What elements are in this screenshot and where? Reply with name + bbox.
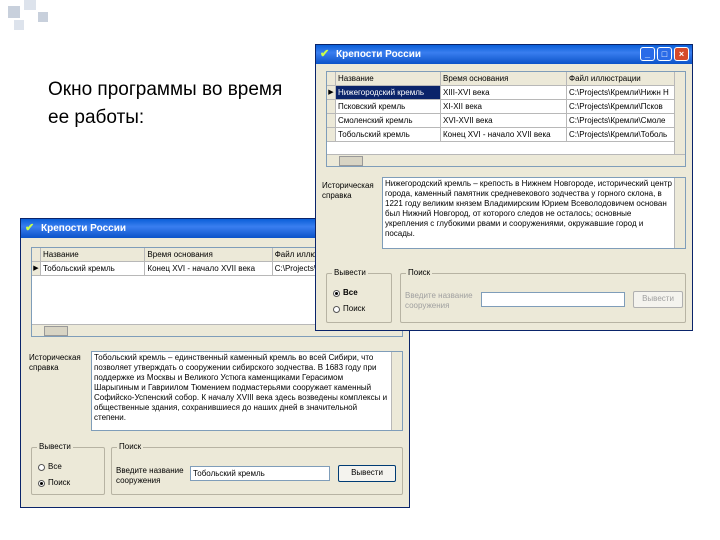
front-memo[interactable]: Нижегородский кремль – крепость в Нижнем… [382,177,686,249]
radio-checked-icon [333,289,340,297]
back-show-group: Вывести Все Поиск [31,442,105,495]
column-header[interactable]: Название [41,248,146,262]
radio-all[interactable]: Все [38,462,62,472]
radio-checked-icon [38,479,45,487]
search-label: Введите название сооружения [405,291,473,310]
front-search-group: Поиск Введите название сооружения Вывест… [400,268,686,323]
maximize-button[interactable]: □ [657,47,672,61]
table-row[interactable]: Смоленский кремль XVI-XVII века C:\Proje… [327,114,685,128]
radio-icon [38,463,45,471]
app-icon: ✔ [320,48,330,60]
decor-squares [0,0,60,40]
column-header[interactable]: Название [336,72,441,86]
grid-header: Название Время основания Файл иллюстраци… [327,72,685,86]
close-button[interactable]: × [674,47,689,61]
vertical-scrollbar[interactable] [674,72,685,155]
search-input[interactable]: Тобольский кремль [190,466,330,481]
search-input[interactable] [481,292,625,307]
radio-all[interactable]: Все [333,288,358,298]
front-window-title: Крепости России [336,49,421,60]
row-indicator-icon: ▶ [327,86,336,100]
radio-search[interactable]: Поиск [38,478,70,488]
front-title-bar[interactable]: ✔ Крепости России _ □ × [316,45,692,64]
back-search-group: Поиск Введите название сооружения Тоболь… [111,442,403,495]
radio-icon [333,305,340,313]
vertical-scrollbar[interactable] [391,352,402,430]
app-icon: ✔ [25,222,35,234]
front-window: ✔ Крепости России _ □ × Название Время о… [315,44,693,331]
front-data-grid[interactable]: Название Время основания Файл иллюстраци… [326,71,686,167]
vertical-scrollbar[interactable] [674,178,685,248]
column-header[interactable]: Файл иллюстрации [567,72,677,86]
column-header[interactable]: Время основания [441,72,567,86]
slide-caption: Окно программы во время ее работы: [48,79,283,128]
show-button[interactable]: Вывести [338,465,396,482]
search-label: Введите название сооружения [116,466,184,485]
back-memo-label: Историческая справка [29,353,81,372]
table-row[interactable]: Псковский кремль XI-XII века C:\Projects… [327,100,685,114]
back-memo[interactable]: Тобольский кремль – единственный каменны… [91,351,403,431]
front-memo-label: Историческая справка [322,181,374,200]
front-show-group: Вывести Все Поиск [326,268,392,323]
column-header[interactable]: Время основания [145,248,273,262]
horizontal-scrollbar[interactable] [327,154,685,166]
minimize-button[interactable]: _ [640,47,655,61]
table-row[interactable]: ▶ Нижегородский кремль XIII-XVI века C:\… [327,86,685,100]
show-button[interactable]: Вывести [633,291,683,308]
back-window-title: Крепости России [41,223,126,234]
row-indicator-icon: ▶ [32,262,41,276]
table-row[interactable]: Тобольский кремль Конец XVI - начало XVI… [327,128,685,142]
radio-search[interactable]: Поиск [333,304,365,314]
